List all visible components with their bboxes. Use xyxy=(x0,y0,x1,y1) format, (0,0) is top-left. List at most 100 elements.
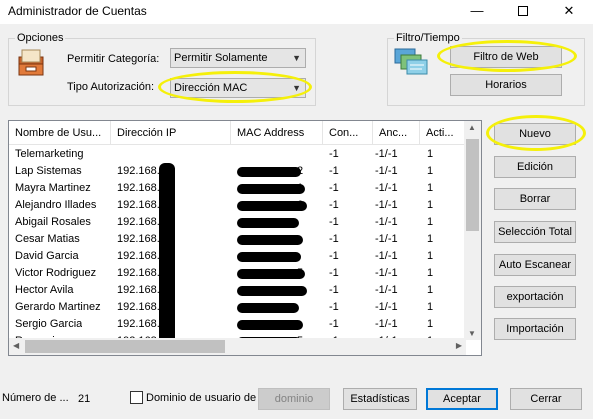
scroll-left-icon[interactable]: ◀ xyxy=(13,341,19,350)
options-group-label: Opciones xyxy=(15,32,66,44)
cell-bandwidth: -1/-1 xyxy=(375,216,398,228)
auth-type-select-value: Dirección MAC xyxy=(174,82,248,94)
cell-ip: 192.168. xyxy=(117,267,160,279)
mac-redaction-mark xyxy=(237,184,305,194)
cell-username: Mayra Martinez xyxy=(15,182,91,194)
mac-redaction-mark xyxy=(237,167,301,177)
cell-connections: -1 xyxy=(329,284,339,296)
cell-bandwidth: -1/-1 xyxy=(375,267,398,279)
mac-redaction-mark xyxy=(237,320,303,330)
table-row[interactable]: Telemarketing -1 -1/-1 1 xyxy=(9,147,469,164)
select-all-button[interactable]: Selección Total xyxy=(494,221,576,243)
chevron-down-icon: ▼ xyxy=(292,53,301,63)
scroll-right-icon[interactable]: ▶ xyxy=(456,341,462,350)
cell-bandwidth: -1/-1 xyxy=(375,182,398,194)
table-header: Nombre de Usu... Dirección IP MAC Addres… xyxy=(9,121,469,145)
web-filter-button[interactable]: Filtro de Web xyxy=(450,46,562,68)
domain-user-label: Dominio de usuario de . xyxy=(146,392,263,404)
cell-connections: -1 xyxy=(329,216,339,228)
category-select-value: Permitir Solamente xyxy=(174,52,268,64)
close-button[interactable]: ✕ xyxy=(546,0,592,24)
mac-redaction-mark xyxy=(237,269,305,279)
cell-active: 1 xyxy=(427,216,434,228)
cell-active: 1 xyxy=(427,301,434,313)
mac-redaction-mark xyxy=(237,218,299,228)
cell-connections: -1 xyxy=(329,301,339,313)
cell-connections: -1 xyxy=(329,182,339,194)
mac-redaction-mark xyxy=(237,235,303,245)
cell-connections: -1 xyxy=(329,148,339,160)
category-label: Permitir Categoría: xyxy=(67,53,160,65)
ip-redaction-mark xyxy=(159,163,175,355)
accounts-table[interactable]: Nombre de Usu... Dirección IP MAC Addres… xyxy=(8,120,482,356)
account-count-value: 21 xyxy=(78,393,91,405)
cell-connections: -1 xyxy=(329,250,339,262)
cell-bandwidth: -1/-1 xyxy=(375,199,398,211)
column-header-active[interactable]: Acti... xyxy=(420,121,469,145)
cell-connections: -1 xyxy=(329,233,339,245)
column-header-username[interactable]: Nombre de Usu... xyxy=(9,121,111,145)
cell-connections: -1 xyxy=(329,318,339,330)
mac-redaction-mark xyxy=(237,252,301,262)
horizontal-scrollbar[interactable]: ◀ ▶ xyxy=(9,338,466,355)
cell-ip: 192.168. xyxy=(117,165,160,177)
domain-button[interactable]: dominio xyxy=(258,388,330,410)
cell-connections: -1 xyxy=(329,267,339,279)
cell-username: Abigail Rosales xyxy=(15,216,91,228)
cell-bandwidth: -1/-1 xyxy=(375,233,398,245)
web-filter-icon xyxy=(394,48,428,75)
column-header-ip[interactable]: Dirección IP xyxy=(111,121,231,145)
title-bar: Administrador de Cuentas — ✕ xyxy=(0,0,593,24)
export-button[interactable]: exportación xyxy=(494,286,576,308)
chevron-down-icon: ▼ xyxy=(292,83,301,93)
inbox-tray-icon xyxy=(18,49,44,76)
import-button[interactable]: Importación xyxy=(494,318,576,340)
column-header-connections[interactable]: Con... xyxy=(323,121,373,145)
cell-active: 1 xyxy=(427,148,434,160)
cell-active: 1 xyxy=(427,284,434,296)
edit-button[interactable]: Edición xyxy=(494,156,576,178)
cell-bandwidth: -1/-1 xyxy=(375,284,398,296)
statistics-button[interactable]: Estadísticas xyxy=(343,388,417,410)
cell-active: 1 xyxy=(427,199,434,211)
cell-bandwidth: -1/-1 xyxy=(375,301,398,313)
account-count-label: Número de ... xyxy=(2,392,69,404)
auth-type-select[interactable]: Dirección MAC ▼ xyxy=(170,78,306,98)
cell-active: 1 xyxy=(427,250,434,262)
cell-active: 1 xyxy=(427,165,434,177)
cell-username: Cesar Matias xyxy=(15,233,80,245)
cell-ip: 192.168. xyxy=(117,301,160,313)
column-header-mac[interactable]: MAC Address xyxy=(231,121,323,145)
scroll-up-icon[interactable]: ▲ xyxy=(468,123,476,132)
auth-type-label: Tipo Autorización: xyxy=(67,81,155,93)
horizontal-scroll-thumb[interactable] xyxy=(25,340,225,353)
cell-bandwidth: -1/-1 xyxy=(375,148,398,160)
cell-username: Hector Avila xyxy=(15,284,74,296)
cell-username: Alejandro Illades xyxy=(15,199,97,211)
vertical-scroll-thumb[interactable] xyxy=(466,139,479,231)
vertical-scrollbar[interactable]: ▲ ▼ xyxy=(464,121,481,340)
schedule-button[interactable]: Horarios xyxy=(450,74,562,96)
cell-username: Gerardo Martinez xyxy=(15,301,101,313)
accept-button[interactable]: Aceptar xyxy=(426,388,498,410)
cell-bandwidth: -1/-1 xyxy=(375,318,398,330)
cell-connections: -1 xyxy=(329,165,339,177)
category-select[interactable]: Permitir Solamente ▼ xyxy=(170,48,306,68)
delete-button[interactable]: Borrar xyxy=(494,188,576,210)
column-header-bandwidth[interactable]: Anc... xyxy=(373,121,420,145)
new-account-button[interactable]: Nuevo xyxy=(494,123,576,145)
minimize-button[interactable]: — xyxy=(454,0,500,24)
cell-active: 1 xyxy=(427,267,434,279)
auto-scan-button[interactable]: Auto Escanear xyxy=(494,254,576,276)
cell-ip: 192.168. xyxy=(117,199,160,211)
domain-user-checkbox[interactable] xyxy=(130,391,143,404)
scroll-down-icon[interactable]: ▼ xyxy=(468,329,476,338)
cell-active: 1 xyxy=(427,233,434,245)
close-dialog-button[interactable]: Cerrar xyxy=(510,388,582,410)
cell-bandwidth: -1/-1 xyxy=(375,165,398,177)
cell-ip: 192.168. xyxy=(117,233,160,245)
cell-ip: 192.168. xyxy=(117,318,160,330)
cell-username: Lap Sistemas xyxy=(15,165,82,177)
mac-redaction-mark xyxy=(237,303,299,313)
maximize-button[interactable] xyxy=(500,0,546,24)
